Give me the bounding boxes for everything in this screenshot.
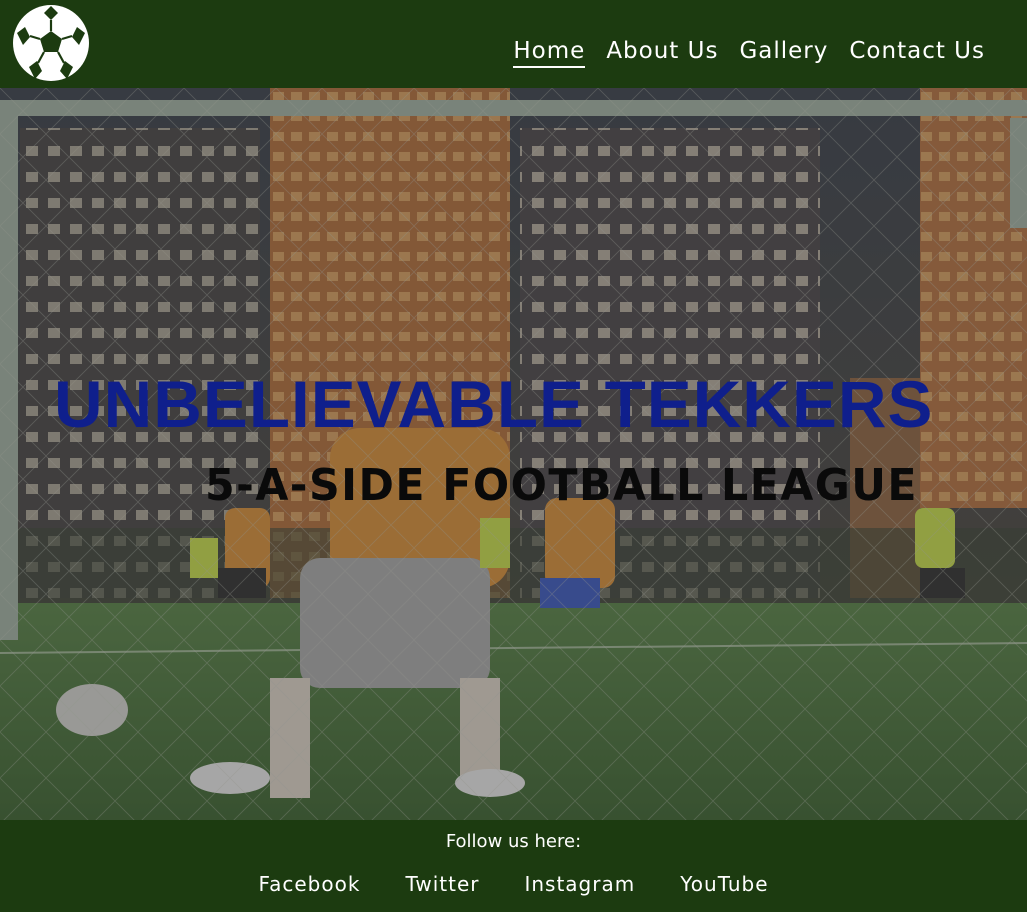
main-nav: Home About Us Gallery Contact Us [513, 36, 985, 68]
nav-about-us[interactable]: About Us [606, 36, 718, 68]
hero-subtitle: 5-A-SIDE FOOTBALL LEAGUE [205, 460, 919, 511]
hero-title: UNBELIEVABLE TEKKERS [54, 367, 934, 441]
site-footer: Follow us here: Facebook Twitter Instagr… [0, 820, 1027, 912]
page: Home About Us Gallery Contact Us UNBELIE… [0, 0, 1027, 912]
nav-gallery[interactable]: Gallery [739, 36, 828, 68]
youtube-link[interactable]: YouTube [680, 871, 768, 897]
nav-home[interactable]: Home [513, 36, 586, 68]
hero-overlay [0, 88, 1027, 820]
follow-label: Follow us here: [445, 831, 582, 852]
twitter-link[interactable]: Twitter [405, 871, 479, 897]
hero-banner: UNBELIEVABLE TEKKERS 5-A-SIDE FOOTBALL L… [0, 88, 1027, 820]
nav-contact-us[interactable]: Contact Us [849, 36, 985, 68]
site-header: Home About Us Gallery Contact Us [0, 0, 1027, 88]
instagram-link[interactable]: Instagram [524, 871, 635, 897]
soccer-ball-icon[interactable] [11, 3, 91, 83]
facebook-link[interactable]: Facebook [258, 871, 360, 897]
social-links: Facebook Twitter Instagram YouTube [0, 871, 1027, 897]
